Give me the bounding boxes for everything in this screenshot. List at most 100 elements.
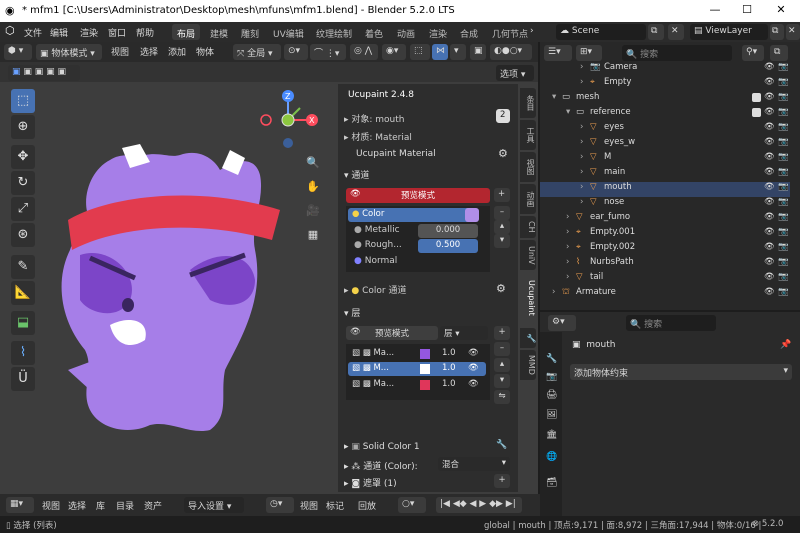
transform-tool[interactable]: ⊛ bbox=[11, 223, 35, 247]
vtab-univ[interactable]: UniV bbox=[520, 240, 536, 270]
playback-controls[interactable]: |◀ ◀◆ ◀ ▶ ◆▶ ▶| bbox=[436, 497, 522, 513]
visibility-eye-icon[interactable]: 👁 bbox=[764, 257, 775, 267]
tool-tab-icon[interactable]: 🔧 bbox=[546, 354, 557, 364]
xray-toggle[interactable]: ▣ bbox=[470, 44, 486, 60]
scale-tool[interactable]: ⤢ bbox=[11, 197, 35, 221]
blend-mode-dropdown[interactable]: 混合 ▾ bbox=[438, 457, 510, 471]
visibility-eye-icon[interactable]: 👁 bbox=[764, 92, 775, 102]
properties-search-input[interactable]: 🔍 搜索 bbox=[626, 315, 716, 331]
outliner-item[interactable]: › ▽ tail 👁 📷 bbox=[540, 272, 790, 287]
render-camera-icon[interactable]: 📷 bbox=[778, 92, 789, 102]
visibility-eye-icon[interactable]: 👁 bbox=[764, 242, 775, 252]
render-camera-icon[interactable]: 📷 bbox=[778, 272, 789, 282]
measure-tool[interactable]: 📐 bbox=[11, 281, 35, 305]
expand-arrow-icon[interactable]: › bbox=[566, 272, 569, 282]
channel-metallic-row[interactable]: ● Metallic bbox=[354, 225, 400, 235]
wrench-icon[interactable]: 🔧 bbox=[496, 440, 507, 450]
color-swatch[interactable] bbox=[465, 208, 479, 222]
object-badge[interactable]: 2 bbox=[496, 109, 510, 123]
render-camera-icon[interactable]: 📷 bbox=[778, 257, 789, 267]
outliner-item[interactable]: › ⛫ Armature 👁 📷 bbox=[540, 287, 790, 302]
render-camera-icon[interactable]: 📷 bbox=[778, 62, 789, 72]
keying-button[interactable]: ○▾ bbox=[398, 497, 426, 513]
render-camera-icon[interactable]: 📷 bbox=[778, 77, 789, 87]
tab-sculpt[interactable]: 雕刻 bbox=[236, 24, 264, 40]
render-camera-icon[interactable]: 📷 bbox=[778, 242, 789, 252]
layer-row[interactable]: ▧ ▩ Ma... 1.0 👁 bbox=[348, 347, 486, 361]
expand-arrow-icon[interactable]: › bbox=[580, 197, 583, 207]
asset-menu-assets[interactable]: 资产 bbox=[144, 499, 162, 512]
visibility-eye-icon[interactable]: 👁 bbox=[764, 77, 775, 87]
camera-view-icon[interactable]: 🎥 bbox=[304, 204, 322, 222]
curve-tool[interactable]: ⌇ bbox=[11, 341, 35, 365]
layer-preview-button[interactable]: 👁 预览模式 bbox=[346, 326, 438, 340]
menu-render[interactable]: 渲染 bbox=[80, 26, 98, 39]
outliner-search-input[interactable]: 🔍 搜索 bbox=[622, 45, 732, 61]
visibility-button[interactable]: ◉▾ bbox=[382, 44, 406, 60]
expand-arrow-icon[interactable]: › bbox=[566, 227, 569, 237]
tab-compositing[interactable]: 合成 bbox=[455, 24, 483, 40]
expand-arrow-icon[interactable]: › bbox=[580, 182, 583, 192]
outliner-item[interactable]: › ▽ eyes 👁 📷 bbox=[540, 122, 790, 137]
layer-down-arrow[interactable]: ▾ bbox=[494, 374, 510, 388]
vtab-item[interactable]: 条目 bbox=[520, 88, 536, 118]
tab-animation[interactable]: 动画 bbox=[392, 24, 420, 40]
asset-editor-type[interactable]: ▦▾ bbox=[6, 497, 34, 513]
outliner-editor-type[interactable]: ☰▾ bbox=[544, 45, 572, 61]
new-collection-button[interactable]: ⧉ bbox=[770, 45, 788, 61]
tab-layout[interactable]: 布局 bbox=[172, 24, 201, 40]
tab-geometry-nodes[interactable]: 几何节点 bbox=[487, 24, 533, 40]
expand-arrow-icon[interactable]: › bbox=[566, 212, 569, 222]
collection-checkbox[interactable] bbox=[752, 108, 761, 117]
grid-view-icon[interactable]: ▦ bbox=[304, 228, 322, 246]
layer-visibility-icon[interactable]: 👁 bbox=[468, 379, 479, 389]
outliner-item[interactable]: › 📷 Camera 👁 📷 bbox=[540, 62, 790, 77]
expand-arrow-icon[interactable]: › bbox=[580, 122, 583, 132]
blender-menu-icon[interactable]: ⬡ bbox=[5, 24, 15, 37]
tab-shading[interactable]: 着色 bbox=[360, 24, 388, 40]
render-camera-icon[interactable]: 📷 bbox=[778, 122, 789, 132]
channels-expander[interactable]: ▾ 通道 bbox=[344, 168, 369, 181]
expand-arrow-icon[interactable]: › bbox=[552, 287, 555, 297]
workspace-arrow-icon[interactable]: › bbox=[530, 26, 534, 36]
outliner-item[interactable]: › ▽ ear_fumo 👁 📷 bbox=[540, 212, 790, 227]
outliner-item[interactable]: › ▽ main 👁 📷 bbox=[540, 167, 790, 182]
layer-filter-button[interactable]: ⇋ bbox=[494, 390, 510, 404]
editor-type-button[interactable]: ⬢ ▾ bbox=[4, 44, 32, 60]
visibility-eye-icon[interactable]: 👁 bbox=[764, 122, 775, 132]
visibility-eye-icon[interactable]: 👁 bbox=[764, 152, 775, 162]
minimize-button[interactable]: — bbox=[700, 3, 730, 19]
visibility-eye-icon[interactable]: 👁 bbox=[764, 182, 775, 192]
render-camera-icon[interactable]: 📷 bbox=[778, 227, 789, 237]
layers-expander[interactable]: ▾ 层 bbox=[344, 306, 360, 319]
add-layer-button[interactable]: + bbox=[494, 326, 510, 340]
overlay-dropdown[interactable]: ▾ bbox=[450, 44, 466, 60]
visibility-eye-icon[interactable]: 👁 bbox=[764, 107, 775, 117]
visibility-eye-icon[interactable]: 👁 bbox=[764, 137, 775, 147]
vp-menu-add[interactable]: 添加 bbox=[168, 45, 186, 58]
gizmo-toggle[interactable]: ⬚ bbox=[410, 44, 430, 60]
render-camera-icon[interactable]: 📷 bbox=[778, 152, 789, 162]
outliner-item[interactable]: › ▽ nose 👁 📷 bbox=[540, 197, 790, 212]
ucupaint-tool[interactable]: Ü bbox=[11, 367, 35, 391]
mask-expander[interactable]: ▸ ◙ 遮罩 (1) bbox=[344, 476, 397, 489]
roughness-value-field[interactable]: 0.500 bbox=[418, 239, 478, 253]
render-camera-icon[interactable]: 📷 bbox=[778, 137, 789, 147]
layer-row[interactable]: ▧ ▩ M... 1.0 👁 bbox=[348, 362, 486, 376]
viewlayer-selector[interactable]: ▤ ViewLayer bbox=[690, 24, 768, 40]
vp-menu-select[interactable]: 选择 bbox=[140, 45, 158, 58]
import-settings-dropdown[interactable]: 导入设置 ▾ bbox=[184, 497, 244, 513]
asset-menu-select[interactable]: 选择 bbox=[68, 499, 86, 512]
collection-tab-icon[interactable]: 🗃 bbox=[546, 478, 557, 488]
expand-arrow-icon[interactable]: › bbox=[566, 257, 569, 267]
zoom-icon[interactable]: 🔍 bbox=[304, 156, 322, 174]
outliner-item[interactable]: › ▽ mouth 👁 📷 bbox=[540, 182, 790, 197]
mode-selector[interactable]: ▣ 物体模式 ▾ bbox=[36, 44, 102, 60]
hand-pan-icon[interactable]: ✋ bbox=[304, 180, 322, 198]
channel-down-arrow[interactable]: ▾ bbox=[494, 234, 510, 248]
expand-arrow-icon[interactable]: ▾ bbox=[566, 107, 570, 117]
visibility-eye-icon[interactable]: 👁 bbox=[764, 212, 775, 222]
timeline-menu-playback[interactable]: 回放 bbox=[358, 499, 376, 512]
new-scene-button[interactable]: ⧉ bbox=[648, 24, 664, 40]
render-tab-icon[interactable]: 📷 bbox=[546, 372, 557, 382]
